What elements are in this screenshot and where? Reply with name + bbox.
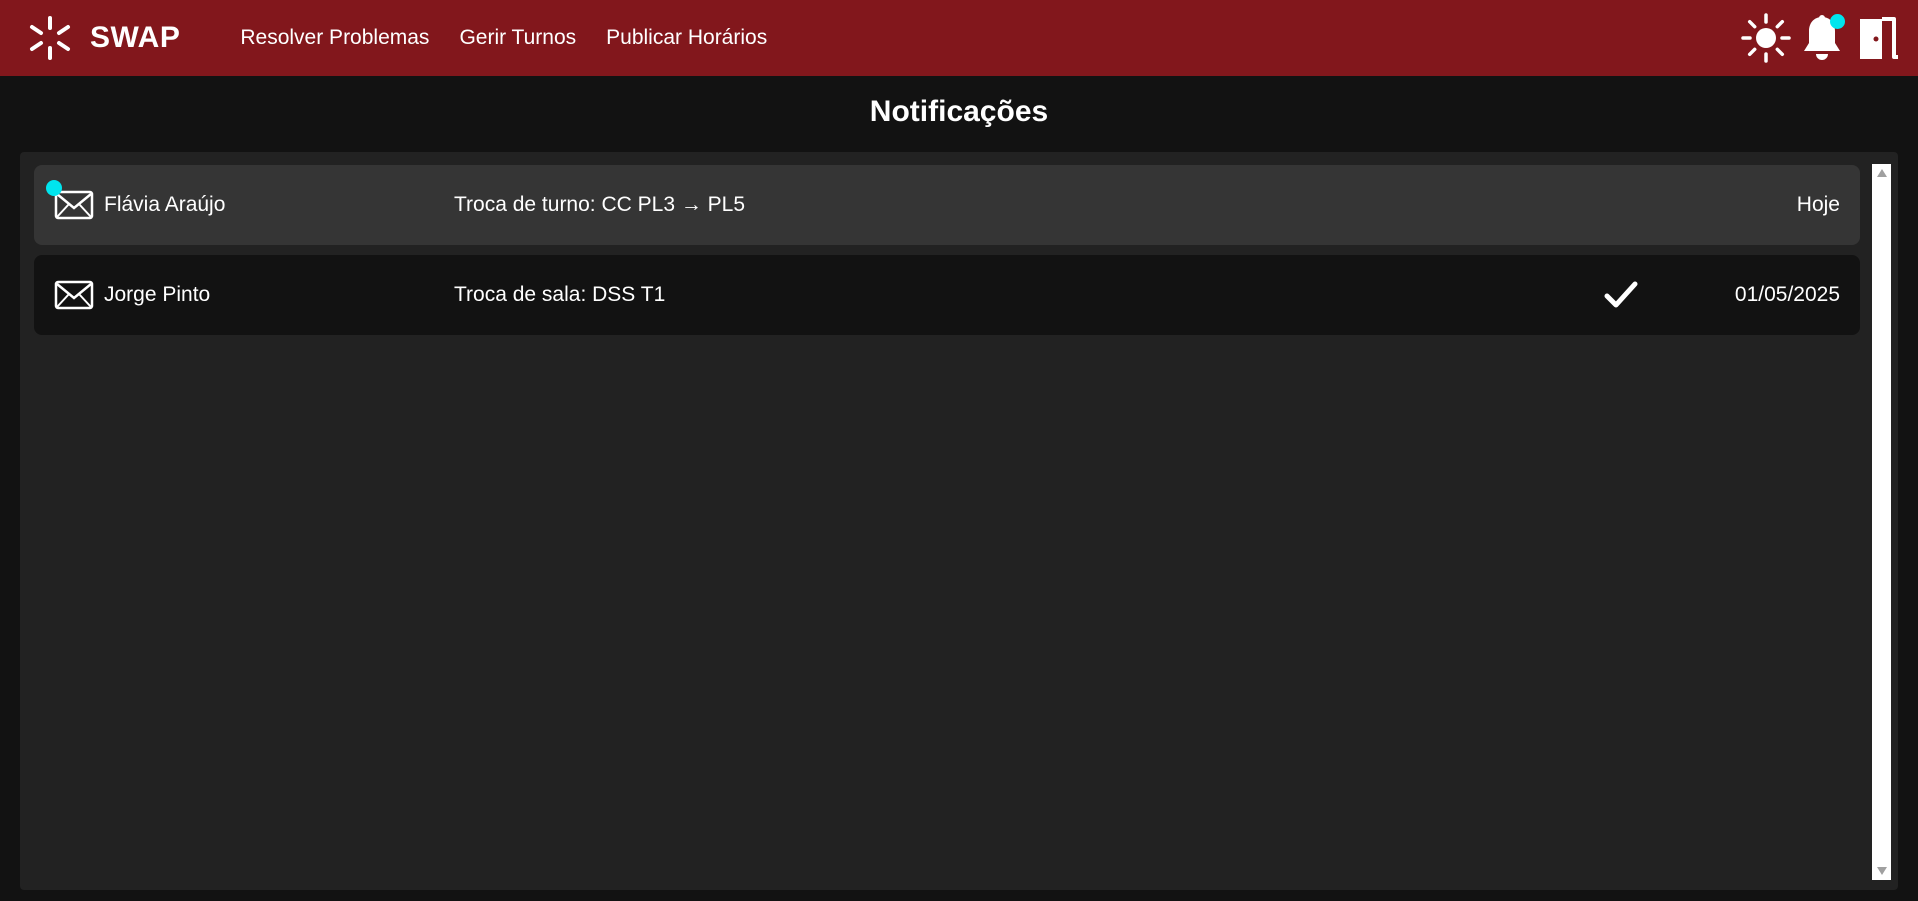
- nav-gerir-turnos[interactable]: Gerir Turnos: [459, 26, 576, 50]
- notification-row[interactable]: Flávia Araújo Troca de turno: CC PL3 → P…: [34, 165, 1860, 245]
- notification-list: Flávia Araújo Troca de turno: CC PL3 → P…: [34, 165, 1860, 345]
- unread-indicator: [46, 180, 62, 196]
- app-name: SWAP: [90, 21, 181, 54]
- header-actions: [1736, 0, 1904, 76]
- notification-subject: Troca de sala: DSS T1: [454, 283, 666, 306]
- notification-sender: Jorge Pinto: [104, 283, 211, 306]
- brand-home-link[interactable]: SWAP: [26, 0, 180, 76]
- main-nav: Resolver Problemas Gerir Turnos Publicar…: [240, 0, 797, 76]
- notification-sender: Flávia Araújo: [104, 193, 226, 216]
- logout-button[interactable]: [1852, 12, 1904, 64]
- notifications-button[interactable]: [1796, 12, 1848, 64]
- triangle-down-icon: [1876, 867, 1887, 875]
- triangle-up-icon: [1876, 169, 1887, 177]
- page-title: Notificações: [869, 95, 1049, 128]
- sunburst-logo-icon: [30, 16, 70, 60]
- sun-icon: [1741, 13, 1791, 63]
- notification-subject: Troca de turno: CC PL3 → PL5: [454, 193, 746, 216]
- vertical-scrollbar[interactable]: [1872, 164, 1891, 880]
- nav-resolver-problemas[interactable]: Resolver Problemas: [240, 26, 429, 50]
- nav-publicar-horarios[interactable]: Publicar Horários: [606, 26, 767, 50]
- top-navigation-bar: SWAP Resolver Problemas Gerir Turnos Pub…: [0, 0, 1918, 76]
- theme-toggle-button[interactable]: [1740, 12, 1792, 64]
- envelope-icon: [54, 280, 94, 310]
- checkmark-icon: [1604, 281, 1638, 308]
- new-notification-badge: [1830, 14, 1845, 29]
- door-exit-icon: [1860, 17, 1898, 59]
- scroll-down-arrow[interactable]: [1872, 862, 1891, 880]
- notification-row[interactable]: Jorge Pinto Troca de sala: DSS T1 01/05/…: [34, 255, 1860, 335]
- notification-date: Hoje: [1796, 193, 1840, 216]
- scroll-up-arrow[interactable]: [1872, 164, 1891, 182]
- notifications-panel: Flávia Araújo Troca de turno: CC PL3 → P…: [20, 152, 1898, 890]
- notification-date: 01/05/2025: [1734, 283, 1840, 306]
